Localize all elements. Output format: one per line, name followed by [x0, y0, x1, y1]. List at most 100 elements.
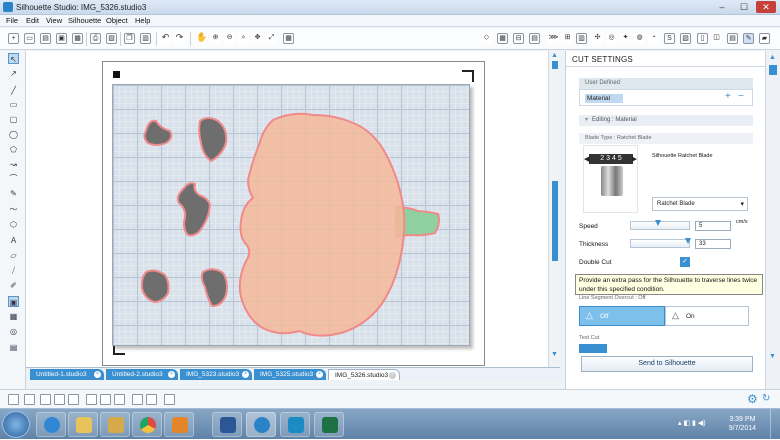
remove-material-icon[interactable]: − [738, 91, 744, 102]
menu-help[interactable]: Help [135, 16, 150, 25]
zoom-select-icon[interactable]: ⌕ [238, 33, 249, 44]
system-tray-icons[interactable]: ▴ ◧ ▮ ◀) [678, 419, 732, 429]
speed-thumb[interactable] [655, 220, 661, 226]
print-preview-icon[interactable]: ◎ [8, 326, 19, 337]
rectangle-tool-icon[interactable]: ▭ [8, 99, 19, 110]
tab-img-5325[interactable]: IMG_5325.studio3 × [254, 369, 326, 380]
taskbar-chrome[interactable] [132, 412, 162, 437]
freehand-tool-icon[interactable]: ✎ [8, 188, 19, 199]
close-tab-icon[interactable]: × [168, 371, 175, 378]
material-row[interactable]: Material [585, 94, 623, 103]
save-as-icon[interactable]: ▦ [72, 33, 83, 44]
menu-file[interactable]: File [6, 16, 18, 25]
settings-gear-icon[interactable]: ⚙ [747, 392, 758, 406]
show-desktop-button[interactable] [770, 409, 780, 440]
taskbar-silhouette[interactable] [246, 412, 276, 437]
menu-view[interactable]: View [46, 16, 62, 25]
taskbar-ie[interactable] [36, 412, 66, 437]
page-setup-icon[interactable]: ◇ [481, 33, 492, 44]
open-library-icon[interactable]: ▤ [40, 33, 51, 44]
line-style-icon[interactable]: ◍ [634, 33, 645, 44]
modify-icon[interactable]: ▥ [576, 33, 587, 44]
rounded-rect-icon[interactable]: ▢ [8, 114, 19, 125]
close-tab-icon[interactable]: × [94, 371, 101, 378]
design-view-icon[interactable]: ▦ [8, 311, 19, 322]
new-document-icon[interactable]: + [8, 33, 19, 44]
polygon-tool-icon[interactable]: ⬠ [8, 144, 19, 155]
thickness-slider[interactable] [630, 238, 691, 248]
grid-settings-icon[interactable]: ▦ [497, 33, 508, 44]
tab-untitled-2[interactable]: Untitled-2.studio3 × [106, 369, 178, 380]
menu-edit[interactable]: Edit [26, 16, 39, 25]
line-tool-icon[interactable]: ╱ [8, 85, 19, 96]
scroll-thumb[interactable] [552, 61, 558, 69]
offset-icon[interactable]: ⋙ [548, 33, 559, 44]
smooth-freehand-icon[interactable]: 〜 [8, 204, 19, 215]
polygon-shape-icon[interactable]: ⬡ [8, 219, 19, 230]
refresh-icon[interactable]: ↻ [762, 393, 770, 404]
scroll-down-icon[interactable]: ▼ [769, 353, 776, 360]
speed-input[interactable]: 5 [695, 221, 731, 231]
eraser-icon[interactable]: ▱ [8, 250, 19, 261]
start-button[interactable] [2, 411, 30, 438]
blade-next-icon[interactable]: ▶ [632, 155, 637, 163]
tab-img-5323[interactable]: IMG_5323.studio3 × [180, 369, 252, 380]
ellipse-tool-icon[interactable]: ◯ [8, 129, 19, 140]
taskbar-word[interactable] [212, 412, 242, 437]
taskbar-photos[interactable] [280, 412, 310, 437]
canvas-scrollbar[interactable]: ▲ ▼ [548, 51, 560, 367]
scroll-thumb[interactable] [769, 65, 777, 75]
grid-toggle-icon[interactable]: ▦ [283, 33, 294, 44]
print-icon[interactable]: ⎙ [90, 33, 101, 44]
open-folder-icon[interactable]: ▭ [24, 33, 35, 44]
knife-tool-icon[interactable]: ⧸ [8, 265, 19, 276]
group-icon[interactable] [40, 394, 51, 405]
close-button[interactable]: ✕ [756, 1, 776, 13]
zoom-in-icon[interactable]: ⊕ [210, 33, 221, 44]
cut-blade-icon[interactable]: ✎ [743, 33, 754, 44]
blade-select[interactable]: Ratchet Blade ▾ [652, 197, 748, 211]
scroll-up-icon[interactable]: ▲ [769, 54, 776, 61]
knife-icon[interactable]: ▰ [759, 33, 770, 44]
align-icon[interactable]: ⊟ [513, 33, 524, 44]
speed-slider[interactable] [630, 220, 690, 230]
close-tab-icon[interactable]: × [316, 371, 323, 378]
menu-object[interactable]: Object [106, 16, 128, 25]
weld-icon[interactable] [114, 394, 125, 405]
maximize-button[interactable]: ☐ [734, 1, 754, 13]
text-style-icon[interactable]: ◔ [648, 33, 659, 44]
scroll-up-icon[interactable]: ▲ [551, 52, 558, 59]
text-tool-icon[interactable]: A [8, 235, 19, 246]
pumpkin-design[interactable] [113, 85, 471, 347]
double-cut-checkbox[interactable]: ✓ [680, 257, 690, 267]
copy-icon[interactable]: ❐ [124, 33, 135, 44]
cutting-mat[interactable] [112, 84, 470, 346]
deselect-icon[interactable] [24, 394, 35, 405]
compound-path-icon[interactable] [86, 394, 97, 405]
line-color-icon[interactable]: ✦ [620, 33, 631, 44]
clock[interactable]: 3:39 PM 9/7/2014 [729, 415, 756, 433]
delete-icon[interactable] [164, 394, 175, 405]
pan-hand-icon[interactable]: ✋ [196, 33, 207, 44]
registration-icon[interactable]: ◫ [711, 33, 722, 44]
page-view-icon[interactable]: ▣ [8, 296, 19, 307]
send-panel-icon[interactable]: ▯ [697, 33, 708, 44]
taskbar-explorer[interactable] [68, 412, 98, 437]
arc-tool-icon[interactable]: ⌒ [8, 173, 19, 184]
edit-points-icon[interactable]: ↗ [8, 68, 19, 79]
store-icon[interactable]: S [664, 33, 675, 44]
taskbar-files[interactable] [100, 412, 130, 437]
registration-view-icon[interactable]: ▤ [8, 342, 19, 353]
tab-untitled-1[interactable]: Untitled-1.studio3 × [30, 369, 104, 380]
fill-color-icon[interactable]: ◎ [606, 33, 617, 44]
test-cut-arrows[interactable] [579, 344, 607, 353]
send-to-silhouette-button[interactable]: Send to Silhouette [581, 356, 753, 372]
menu-silhouette[interactable]: Silhouette [68, 16, 101, 25]
overcut-off-button[interactable]: △ Off [579, 306, 665, 326]
thickness-thumb[interactable] [685, 238, 691, 244]
add-material-icon[interactable]: + [725, 91, 731, 102]
close-tab-icon[interactable]: × [242, 371, 249, 378]
undo-icon[interactable]: ↶ [160, 33, 171, 44]
replicate-icon[interactable]: ▤ [529, 33, 540, 44]
eyedropper-icon[interactable]: ✐ [8, 280, 19, 291]
